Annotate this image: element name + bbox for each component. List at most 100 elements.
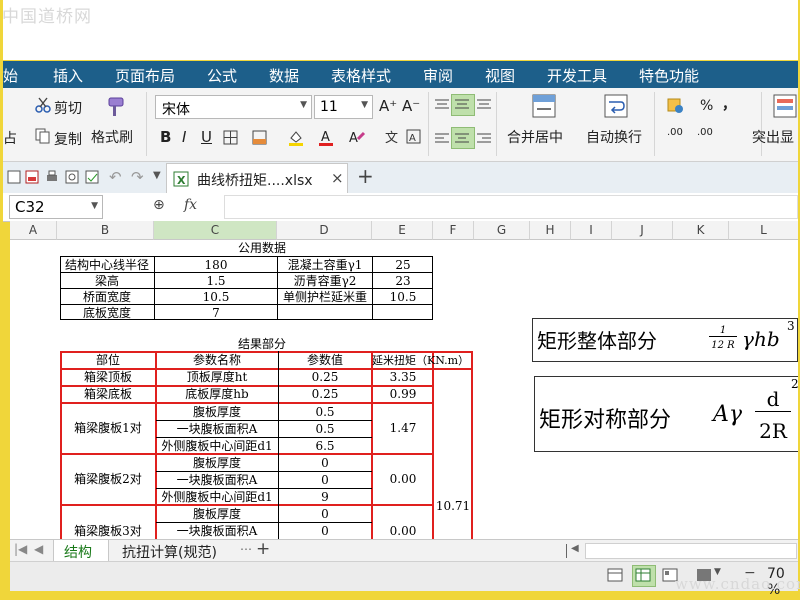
param-label[interactable]: 沥青容重γ2 bbox=[278, 273, 372, 289]
column-header[interactable]: G bbox=[474, 221, 530, 240]
formula-input[interactable] bbox=[224, 195, 798, 219]
cell-style-icon[interactable] bbox=[252, 130, 268, 146]
menu-review[interactable]: 审阅 bbox=[423, 65, 453, 86]
format-painter-icon[interactable] bbox=[103, 96, 127, 118]
menu-page-layout[interactable]: 页面布局 bbox=[115, 65, 175, 86]
result-torque[interactable]: 1.47 bbox=[372, 403, 434, 454]
column-header[interactable]: A bbox=[10, 221, 57, 240]
border-icon[interactable] bbox=[223, 130, 239, 146]
format-painter-button[interactable]: 格式刷 bbox=[91, 127, 133, 147]
first-sheet-icon[interactable]: |◀ bbox=[14, 542, 27, 556]
increase-decimal-button[interactable]: .00 bbox=[667, 128, 683, 138]
print-preview-icon[interactable] bbox=[65, 170, 79, 184]
italic-button[interactable]: I bbox=[182, 128, 186, 146]
splitter[interactable] bbox=[566, 544, 567, 558]
normal-view-icon[interactable] bbox=[607, 568, 623, 582]
result-value[interactable]: 0 bbox=[278, 455, 372, 472]
prev-sheet-icon[interactable]: ◀ bbox=[34, 542, 43, 556]
close-icon[interactable]: × bbox=[331, 169, 344, 187]
param-value[interactable]: 1.5 bbox=[155, 273, 277, 289]
column-header[interactable]: F bbox=[433, 221, 474, 240]
result-value[interactable]: 0 bbox=[278, 523, 372, 539]
font-size-select[interactable]: 11 ▼ bbox=[314, 95, 373, 119]
paste-fragment[interactable]: 占 bbox=[3, 128, 17, 148]
menu-table-style[interactable]: 表格样式 bbox=[331, 65, 391, 86]
param-value[interactable]: 25 bbox=[373, 257, 433, 273]
param-value[interactable]: 10.5 bbox=[155, 289, 277, 305]
highlight-button[interactable]: 突出显 bbox=[752, 127, 794, 147]
column-header[interactable]: H bbox=[530, 221, 571, 240]
result-part[interactable]: 箱梁底板 bbox=[60, 386, 156, 403]
fill-color-icon[interactable] bbox=[288, 130, 304, 146]
menu-developer[interactable]: 开发工具 bbox=[547, 65, 607, 86]
result-param[interactable]: 外侧腹板中心间距d1 bbox=[156, 438, 278, 455]
copy-icon[interactable] bbox=[35, 128, 51, 144]
result-part[interactable]: 箱梁腹板3对 bbox=[60, 523, 156, 539]
result-part[interactable]: 箱梁腹板1对 bbox=[60, 403, 156, 454]
clear-format-icon[interactable]: A bbox=[348, 129, 366, 147]
add-tab-icon[interactable]: + bbox=[357, 164, 374, 188]
column-header[interactable]: L bbox=[729, 221, 798, 240]
zoom-icon[interactable]: ⊕ bbox=[153, 197, 165, 213]
scroll-left-icon[interactable]: ◀ bbox=[571, 543, 579, 554]
comma-button[interactable]: ， bbox=[722, 94, 736, 114]
result-value[interactable]: 6.5 bbox=[278, 438, 372, 455]
param-label[interactable]: 单侧护栏延米重 bbox=[278, 289, 372, 305]
column-header[interactable]: D bbox=[277, 221, 372, 240]
param-label[interactable]: 混凝土容重γ1 bbox=[278, 257, 372, 273]
result-part[interactable]: 箱梁腹板2对 bbox=[60, 454, 156, 505]
result-param[interactable]: 外侧腹板中心间距d1 bbox=[156, 489, 278, 506]
menu-data[interactable]: 数据 bbox=[269, 65, 299, 86]
result-param[interactable]: 腹板厚度 bbox=[156, 506, 278, 523]
number-format-icon[interactable] bbox=[667, 97, 685, 113]
fx-button[interactable]: fx bbox=[184, 197, 197, 213]
param-label[interactable]: 结构中心线半径 bbox=[60, 257, 154, 273]
font-shrink-button[interactable]: A⁻ bbox=[402, 97, 420, 115]
more-sheets-icon[interactable]: ⋯ bbox=[240, 542, 252, 556]
name-box[interactable]: C32 ▼ bbox=[9, 195, 103, 219]
column-header[interactable]: I bbox=[571, 221, 612, 240]
merge-center-icon[interactable] bbox=[532, 94, 556, 118]
param-value[interactable]: 7 bbox=[155, 305, 277, 321]
result-value[interactable]: 0 bbox=[278, 472, 372, 489]
font-color-icon[interactable]: A bbox=[318, 129, 334, 147]
menu-special[interactable]: 特色功能 bbox=[639, 65, 699, 86]
add-sheet-icon[interactable]: + bbox=[256, 539, 270, 559]
percent-button[interactable]: % bbox=[700, 98, 713, 114]
scissors-icon[interactable] bbox=[35, 97, 51, 113]
font-grow-button[interactable]: A⁺ bbox=[379, 97, 397, 115]
menu-formulas[interactable]: 公式 bbox=[207, 65, 237, 86]
result-value[interactable]: 0.5 bbox=[278, 404, 372, 421]
result-value[interactable]: 0.25 bbox=[278, 369, 372, 386]
bold-button[interactable]: B bbox=[160, 128, 171, 146]
result-torque[interactable]: 0.99 bbox=[372, 386, 434, 403]
result-param[interactable]: 一块腹板面积A bbox=[156, 472, 278, 489]
param-value[interactable]: 10.5 bbox=[373, 289, 433, 305]
wrap-text-button[interactable]: 自动换行 bbox=[586, 127, 642, 147]
column-header[interactable]: B bbox=[57, 221, 154, 240]
param-value[interactable]: 180 bbox=[155, 257, 277, 273]
result-value[interactable]: 0.5 bbox=[278, 421, 372, 438]
result-param[interactable]: 腹板厚度 bbox=[156, 455, 278, 472]
param-label[interactable]: 桥面宽度 bbox=[60, 289, 154, 305]
char-border-icon[interactable]: A bbox=[406, 129, 422, 145]
result-torque[interactable]: 0.00 bbox=[372, 454, 434, 505]
result-value[interactable]: 0 bbox=[278, 506, 372, 523]
align-right-icon[interactable] bbox=[477, 132, 491, 144]
total-torque[interactable]: 10.71 bbox=[433, 498, 473, 515]
align-bottom-icon[interactable] bbox=[477, 98, 491, 110]
open-icon[interactable] bbox=[7, 170, 21, 184]
column-header[interactable]: J bbox=[612, 221, 673, 240]
print-icon[interactable] bbox=[45, 170, 59, 184]
underline-button[interactable]: U bbox=[201, 128, 212, 146]
menu-insert[interactable]: 插入 bbox=[53, 65, 83, 86]
result-param[interactable]: 一块腹板面积A bbox=[156, 421, 278, 438]
result-param[interactable]: 腹板厚度 bbox=[156, 404, 278, 421]
align-left-icon[interactable] bbox=[435, 132, 449, 144]
column-header[interactable]: K bbox=[673, 221, 729, 240]
result-torque[interactable]: 3.35 bbox=[372, 369, 434, 386]
result-param[interactable]: 顶板厚度ht bbox=[156, 369, 278, 386]
spell-check-icon[interactable] bbox=[85, 170, 99, 184]
result-value[interactable]: 9 bbox=[278, 489, 372, 506]
result-value[interactable]: 0.25 bbox=[278, 386, 372, 403]
